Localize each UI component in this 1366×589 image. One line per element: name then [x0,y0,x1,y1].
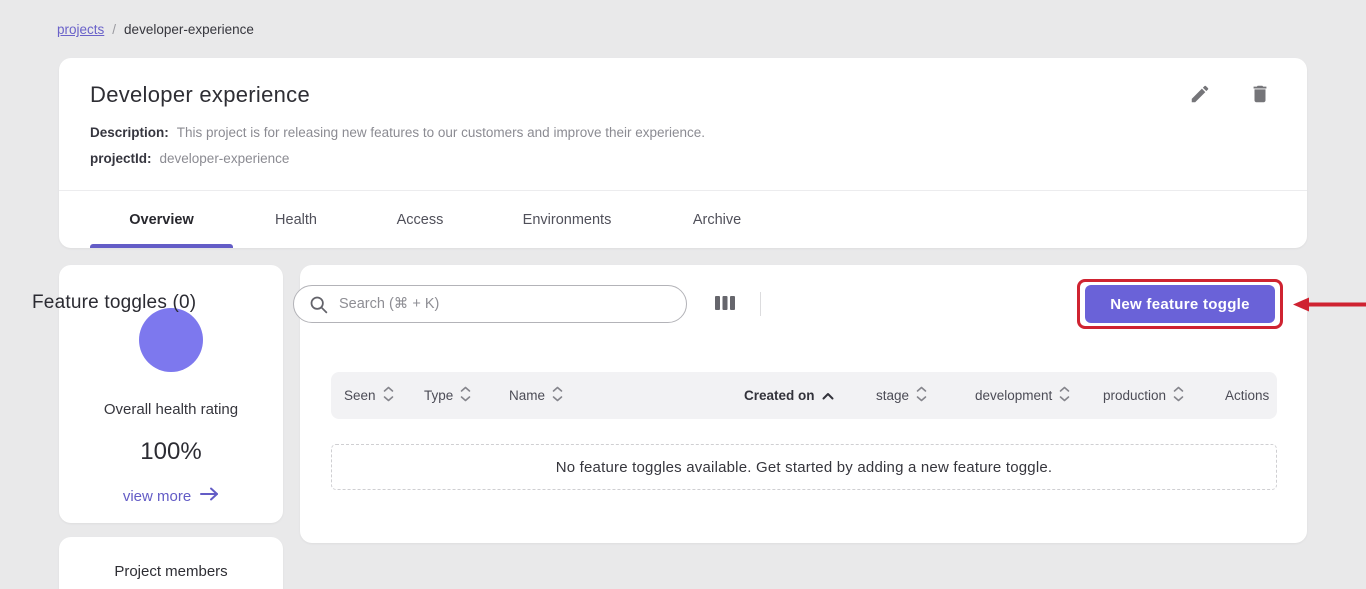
empty-state-row: No feature toggles available. Get starte… [331,444,1277,490]
tab-archive[interactable]: Archive [653,191,781,248]
health-rating-circle [139,308,203,372]
breadcrumb-separator: / [112,22,116,37]
tab-access[interactable]: Access [359,191,481,248]
column-selector-button[interactable] [710,290,740,318]
annotation-arrow-left-icon [1293,296,1366,313]
sort-chevrons-icon [1059,386,1070,405]
toggles-table-header: Seen Type Name Created on stage developm… [331,372,1277,419]
annotation-highlight-box: New feature toggle [1077,279,1283,329]
project-tabs: Overview Health Access Environments Arch… [59,190,1307,248]
view-more-label: view more [123,488,191,505]
project-id-label: projectId: [90,151,152,166]
health-rating-title: Overall health rating [104,401,238,418]
health-rating-value: 100% [140,438,201,466]
edit-project-button[interactable] [1183,78,1217,112]
sort-chevrons-icon [1173,386,1184,405]
page-title: Developer experience [90,82,1276,108]
project-members-title: Project members [114,563,227,589]
column-header-type[interactable]: Type [424,386,509,405]
search-input[interactable] [339,296,686,312]
magnifier-icon [308,294,329,315]
breadcrumb-current: developer-experience [124,22,254,37]
sort-chevrons-icon [916,386,927,405]
sort-chevrons-icon [460,386,471,405]
delete-project-button[interactable] [1243,78,1277,112]
feature-toggles-title: Feature toggles (0) [32,292,196,314]
column-header-created-on[interactable]: Created on [744,388,876,403]
breadcrumb: projects / developer-experience [57,22,254,37]
tab-environments[interactable]: Environments [481,191,653,248]
search-box [293,285,687,323]
description-value: This project is for releasing new featur… [177,125,705,140]
column-header-development[interactable]: development [975,386,1103,405]
column-header-name[interactable]: Name [509,386,744,405]
project-header-card: Developer experience Description: This p… [59,58,1307,248]
empty-state-message: No feature toggles available. Get starte… [556,459,1053,476]
new-feature-toggle-button[interactable]: New feature toggle [1085,285,1275,323]
toolbar-divider [760,292,761,316]
project-members-card: Project members [59,537,283,589]
column-header-production[interactable]: production [1103,386,1225,405]
column-header-stage[interactable]: stage [876,386,975,405]
sort-chevrons-icon [552,386,563,405]
column-selector-icon [713,292,737,317]
tab-overview[interactable]: Overview [90,191,233,248]
project-id-value: developer-experience [160,151,290,166]
arrow-right-icon [200,487,219,505]
description-label: Description: [90,125,169,140]
trash-icon [1249,83,1271,108]
sort-chevrons-icon [383,386,394,405]
active-tab-indicator [90,244,233,248]
chevron-up-icon [822,388,834,403]
view-more-link[interactable]: view more [123,487,219,505]
project-page: projects / developer-experience Develope… [0,0,1366,589]
pencil-icon [1189,83,1211,108]
tab-health[interactable]: Health [233,191,359,248]
column-header-seen[interactable]: Seen [344,386,424,405]
breadcrumb-link-projects[interactable]: projects [57,22,104,37]
column-header-actions: Actions [1225,388,1269,403]
